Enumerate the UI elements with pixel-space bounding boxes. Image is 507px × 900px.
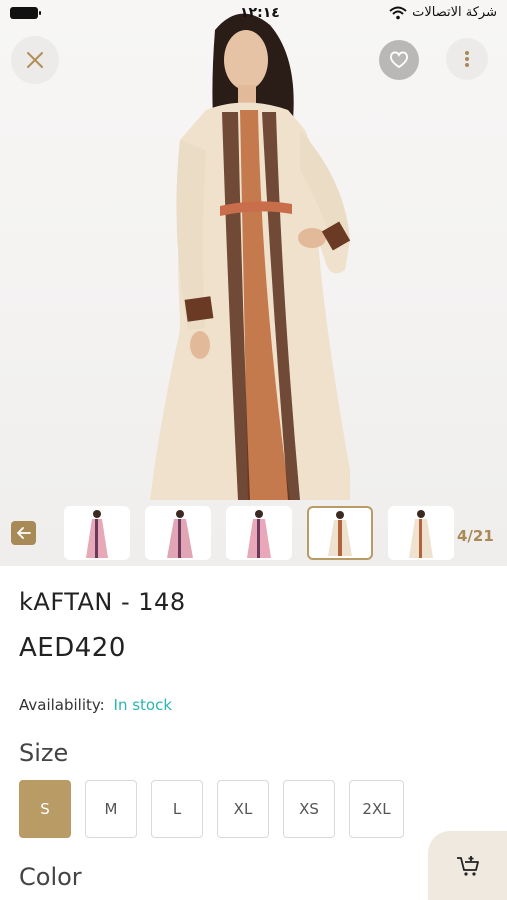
- carrier-name: شركة الاتصالات: [412, 5, 497, 20]
- thumbnail-strip: 4/21: [0, 500, 507, 566]
- status-bar: ١٢:١٤ شركة الاتصالات: [0, 0, 507, 28]
- thumbnail-image: [167, 510, 193, 558]
- thumbnail-2[interactable]: [145, 506, 211, 560]
- thumbnail-5[interactable]: [388, 506, 454, 560]
- more-vertical-icon: [465, 51, 469, 67]
- product-price: AED420: [19, 633, 126, 663]
- gallery-counter: 4/21: [457, 527, 494, 545]
- availability-value: In stock: [113, 696, 173, 714]
- thumbnail-image: [328, 511, 352, 556]
- availability-label: Availability:: [19, 696, 105, 714]
- size-option-m[interactable]: M: [85, 780, 137, 838]
- size-option-2xl[interactable]: 2XL: [349, 780, 404, 838]
- availability: Availability: In stock: [19, 696, 172, 714]
- thumbnail-3[interactable]: [226, 506, 292, 560]
- size-option-xs[interactable]: XS: [283, 780, 335, 838]
- close-button[interactable]: [11, 36, 59, 84]
- battery-icon: [10, 7, 41, 19]
- size-option-l[interactable]: L: [151, 780, 203, 838]
- status-time: ١٢:١٤: [240, 5, 280, 21]
- wifi-icon: [389, 6, 407, 20]
- more-options-button[interactable]: [446, 38, 488, 80]
- add-to-cart-icon: [456, 855, 479, 876]
- product-image[interactable]: ١٢:١٤ شركة الاتصالات 4/21: [0, 0, 507, 566]
- thumbnail-image: [247, 510, 271, 558]
- thumbnail-image: [86, 510, 108, 558]
- size-label: Size: [19, 739, 69, 767]
- gallery-back-button[interactable]: [11, 521, 36, 545]
- thumbnail-image: [409, 510, 433, 558]
- thumbnail-1[interactable]: [64, 506, 130, 560]
- heart-icon: [390, 51, 408, 69]
- add-to-cart-button[interactable]: [428, 831, 507, 900]
- arrow-left-icon: [16, 527, 31, 539]
- thumbnail-4[interactable]: [307, 506, 373, 560]
- favorite-button[interactable]: [379, 40, 419, 80]
- product-title: kAFTAN - 148: [19, 588, 186, 616]
- size-options: S M L XL XS 2XL: [19, 780, 419, 838]
- product-photo: [150, 13, 351, 500]
- close-icon: [27, 52, 43, 68]
- color-label: Color: [19, 863, 82, 891]
- size-option-s[interactable]: S: [19, 780, 71, 838]
- size-option-xl[interactable]: XL: [217, 780, 269, 838]
